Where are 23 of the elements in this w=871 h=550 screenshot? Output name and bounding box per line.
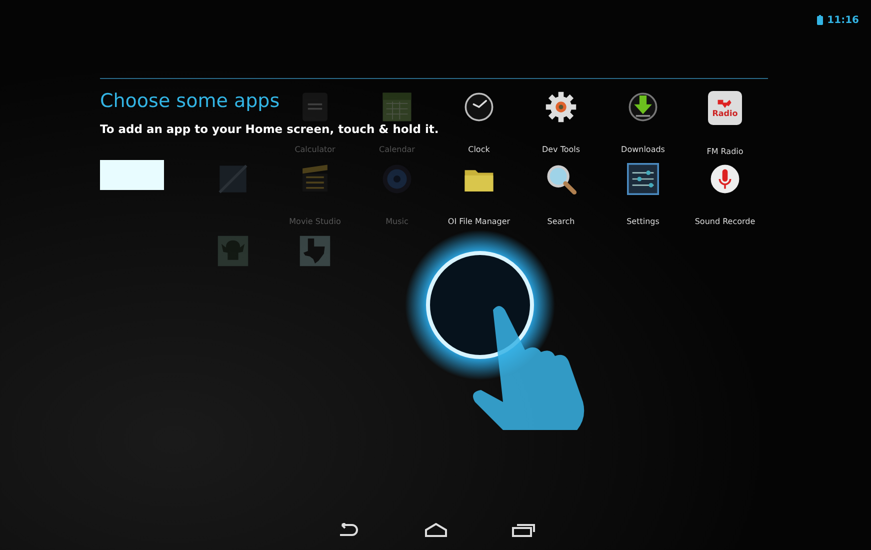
tutorial-title: Choose some apps: [100, 90, 280, 112]
download-icon[interactable]: [627, 91, 659, 123]
app-label[interactable]: Search: [547, 217, 575, 226]
microphone-icon[interactable]: [708, 163, 741, 195]
app-label[interactable]: FM Radio: [706, 147, 744, 156]
sliders-icon[interactable]: [627, 163, 659, 195]
search-icon[interactable]: [545, 163, 577, 195]
radio-icon[interactable]: Radio: [708, 91, 742, 125]
widget-preview: [100, 160, 164, 190]
battery-icon: [817, 15, 824, 25]
app-label[interactable]: Sound Recorde: [694, 217, 756, 226]
status-time: 11:16: [827, 14, 859, 26]
app-label[interactable]: Dev Tools: [542, 145, 580, 154]
app-label[interactable]: Clock: [468, 145, 490, 154]
app-label[interactable]: Downloads: [621, 145, 665, 154]
home-button[interactable]: [424, 523, 448, 537]
recent-apps-button[interactable]: [512, 523, 536, 537]
app-label[interactable]: OI File Manager: [448, 217, 510, 226]
gear-icon[interactable]: [544, 91, 577, 123]
clock-icon[interactable]: [463, 91, 495, 123]
calendar-icon[interactable]: [380, 91, 413, 123]
app-label[interactable]: Settings: [626, 217, 660, 226]
tutorial-text: To add an app to your Home screen, touch & hold it.: [100, 122, 439, 136]
